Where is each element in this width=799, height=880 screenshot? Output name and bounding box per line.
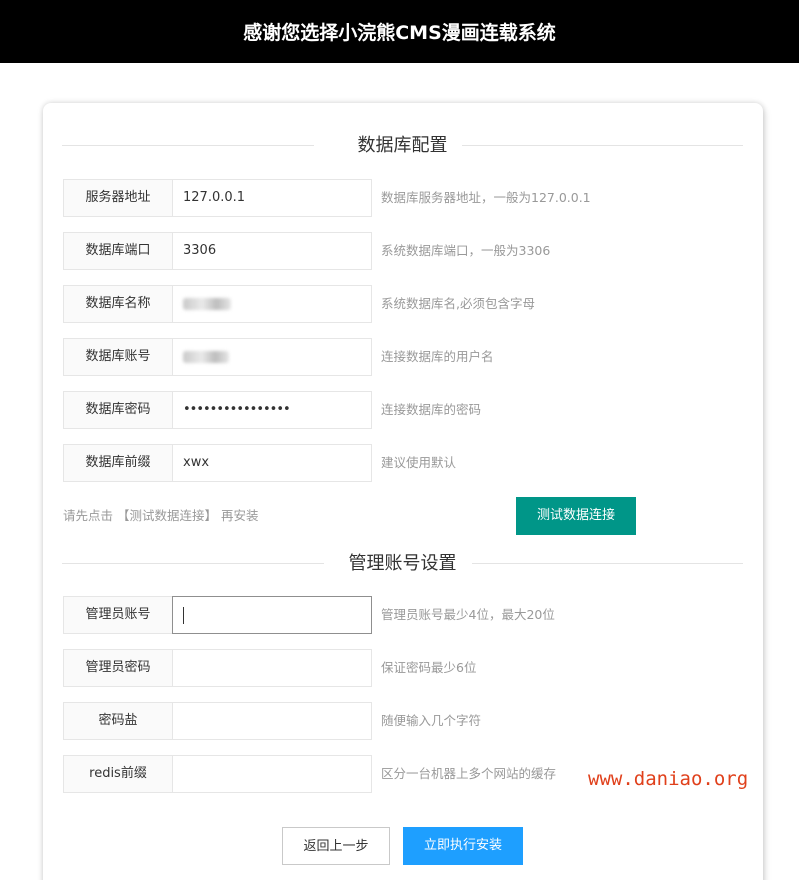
db-host-input[interactable]: 127.0.0.1 — [172, 179, 372, 217]
database-section-title: 数据库配置 — [62, 133, 743, 159]
field-hint: 管理员账号最少4位，最大20位 — [381, 607, 555, 622]
install-button[interactable]: 立即执行安装 — [403, 827, 523, 865]
field-hint: 建议使用默认 — [381, 455, 457, 470]
admin-section-label: 管理账号设置 — [338, 553, 467, 574]
db-name-input[interactable] — [172, 285, 372, 323]
field-label: 数据库端口 — [63, 232, 173, 270]
top-bar: 感谢您选择小浣熊CMS漫画连载系统 — [0, 0, 799, 63]
field-label: 数据库名称 — [63, 285, 173, 323]
text-caret — [183, 607, 184, 624]
field-hint: 系统数据库名,必须包含字母 — [381, 296, 535, 311]
field-hint: 系统数据库端口，一般为3306 — [381, 243, 551, 258]
field-label: 管理员密码 — [63, 649, 173, 687]
field-label: 数据库账号 — [63, 338, 173, 376]
admin-user-input[interactable] — [172, 596, 372, 634]
password-salt-input[interactable] — [172, 702, 372, 740]
field-hint: 保证密码最少6位 — [381, 660, 477, 675]
database-section-label: 数据库配置 — [347, 135, 458, 156]
page-title: 感谢您选择小浣熊CMS漫画连载系统 — [243, 22, 556, 44]
field-label: 服务器地址 — [63, 179, 173, 217]
redis-prefix-input[interactable] — [172, 755, 372, 793]
field-label: 管理员账号 — [63, 596, 173, 634]
redacted-value — [183, 297, 231, 310]
test-connection-button[interactable]: 测试数据连接 — [516, 497, 636, 535]
install-notice: 请先点击 【测试数据连接】 再安装 — [63, 508, 259, 523]
watermark: www.daniao.org — [588, 768, 749, 790]
admin-section-title: 管理账号设置 — [62, 551, 743, 577]
field-hint: 数据库服务器地址，一般为127.0.0.1 — [381, 190, 591, 205]
field-label: 数据库前缀 — [63, 444, 173, 482]
db-prefix-input[interactable]: xwx — [172, 444, 372, 482]
field-hint: 随便输入几个字符 — [381, 713, 482, 728]
redacted-value — [183, 350, 229, 363]
field-label: 数据库密码 — [63, 391, 173, 429]
field-label: 密码盐 — [63, 702, 173, 740]
field-hint: 连接数据库的用户名 — [381, 349, 494, 364]
field-label: redis前缀 — [63, 755, 173, 793]
db-password-input[interactable]: •••••••••••••••• — [172, 391, 372, 429]
db-user-input[interactable] — [172, 338, 372, 376]
field-hint: 连接数据库的密码 — [381, 402, 482, 417]
admin-password-input[interactable] — [172, 649, 372, 687]
db-port-input[interactable]: 3306 — [172, 232, 372, 270]
back-button[interactable]: 返回上一步 — [282, 827, 390, 865]
